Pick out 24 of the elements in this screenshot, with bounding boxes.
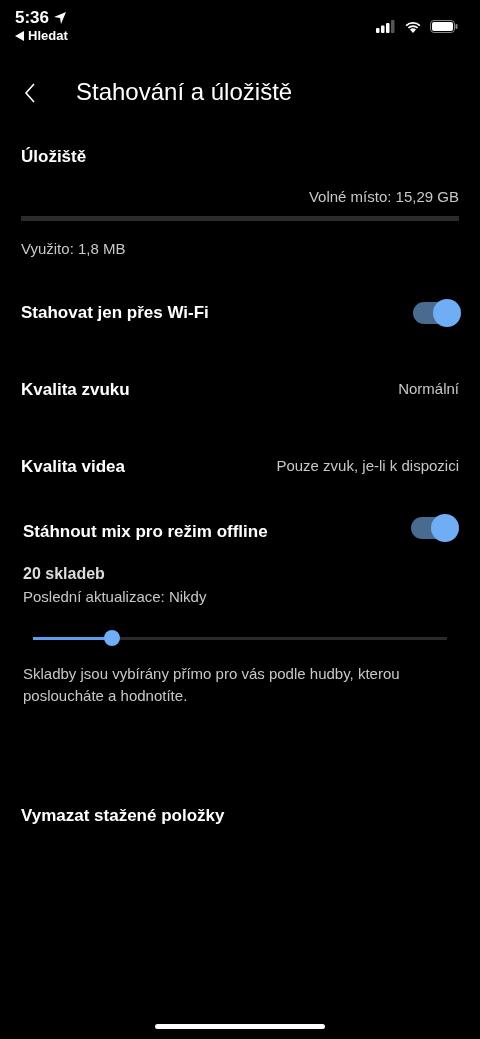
wifi-icon [404,19,422,33]
setting-label: Kvalita videa [21,455,125,478]
section-title: Úložiště [21,146,88,168]
setting-label: Kvalita zvuku [21,378,130,401]
setting-label: Stahovat jen přes Wi-Fi [21,301,209,324]
setting-label: Stáhnout mix pro režim offline [23,520,268,543]
used-space-text: Využito: 1,8 MB [21,240,126,257]
location-arrow-icon [53,11,68,25]
battery-icon [430,19,458,33]
back-to-app-link[interactable]: Hledat [15,28,68,44]
clear-downloads-button[interactable]: Vymazat stažené položky [21,805,225,825]
last-update-text: Poslední aktualizace: Nikdy [23,587,208,607]
description-text: Skladby jsou vybírány přímo pro vás podle hudby, kterou posloucháte a hodnotíte. [23,663,401,706]
setting-value[interactable]: Pouze zvuk, je-li k dispozici [276,455,459,478]
signal-icon [376,19,396,33]
setting-value[interactable]: Normální [398,378,459,401]
page-title: Stahování a úložiště [76,77,293,107]
status-time: 5:36 [15,8,50,28]
free-space-text: Volné místo: 15,29 GB [308,186,459,207]
back-triangle-icon [15,31,24,41]
toggle-switch[interactable] [411,517,457,539]
slider-handle[interactable] [103,629,120,646]
toggle-switch[interactable] [413,301,459,324]
track-count: 20 skladeb [23,564,106,584]
